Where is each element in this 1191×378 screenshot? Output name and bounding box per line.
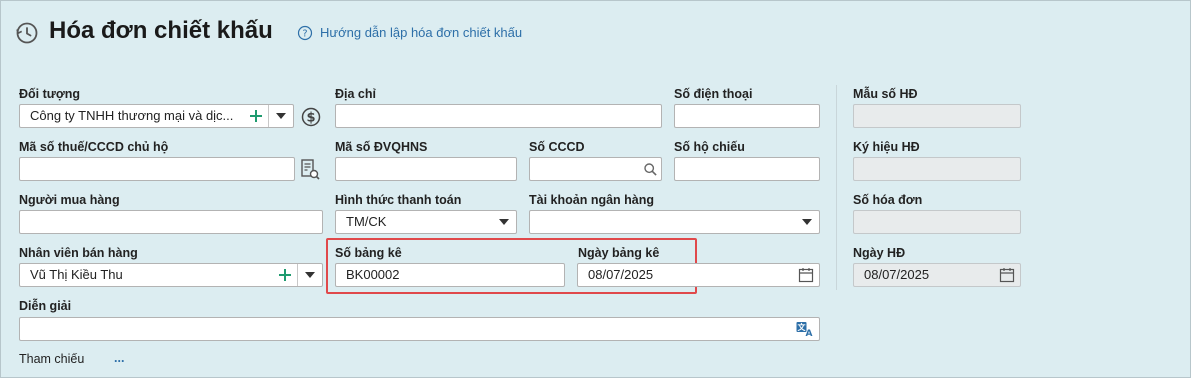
dien-giai-label: Diễn giải <box>19 299 72 313</box>
ma-so-dvqhns-label: Mã số ĐVQHNS <box>335 140 428 154</box>
ngay-hd-value: 08/07/2025 <box>864 267 930 282</box>
nhan-vien-ban-hang-label: Nhân viên bán hàng <box>19 246 138 260</box>
nguoi-mua-hang-input[interactable] <box>19 210 323 234</box>
so-ho-chieu-input[interactable] <box>674 157 820 181</box>
history-clock-icon[interactable] <box>14 20 40 46</box>
so-cccd-label: Số CCCD <box>529 140 585 154</box>
mau-so-input[interactable] <box>853 104 1021 128</box>
ngay-hd-label: Ngày HĐ <box>853 246 906 260</box>
so-bang-ke-label: Số bảng kê <box>335 246 402 260</box>
help-link[interactable]: Hướng dẫn lập hóa đơn chiết khấu <box>320 25 522 40</box>
dia-chi-label: Địa chỉ <box>335 87 376 101</box>
dia-chi-input[interactable] <box>335 104 662 128</box>
svg-text:?: ? <box>302 29 307 40</box>
ma-so-thue-label: Mã số thuế/CCCD chủ hộ <box>19 140 169 154</box>
ngay-bang-ke-label: Ngày bảng kê <box>578 246 660 260</box>
so-dien-thoai-input[interactable] <box>674 104 820 128</box>
tai-khoan-ngan-hang-select[interactable] <box>529 210 820 234</box>
calendar-icon[interactable] <box>794 264 818 286</box>
svg-text:$: $ <box>306 111 315 126</box>
ky-hieu-label: Ký hiệu HĐ <box>853 140 920 154</box>
ngay-hd-datepicker[interactable]: 08/07/2025 <box>853 263 1021 287</box>
doi-tuong-label: Đối tượng <box>19 87 80 101</box>
mau-so-label: Mẫu số HĐ <box>853 87 918 101</box>
chevron-down-icon[interactable] <box>269 105 293 127</box>
ngay-bang-ke-value: 08/07/2025 <box>588 267 654 282</box>
add-plus-icon[interactable] <box>248 105 264 127</box>
tham-chieu-link[interactable]: ... <box>114 351 124 365</box>
add-plus-icon[interactable] <box>276 264 294 286</box>
so-ho-chieu-label: Số hộ chiếu <box>674 140 745 154</box>
hinh-thuc-thanh-toan-value: TM/CK <box>346 214 387 229</box>
chevron-down-icon[interactable] <box>795 211 819 233</box>
ngay-bang-ke-datepicker[interactable]: 08/07/2025 <box>577 263 820 287</box>
so-hoa-don-label: Số hóa đơn <box>853 193 923 207</box>
hinh-thuc-thanh-toan-select[interactable]: TM/CK <box>335 210 517 234</box>
chevron-down-icon[interactable] <box>298 264 322 286</box>
chevron-down-icon[interactable] <box>492 211 516 233</box>
tax-lookup-icon[interactable] <box>299 158 321 182</box>
tai-khoan-ngan-hang-label: Tài khoản ngân hàng <box>529 193 655 207</box>
so-bang-ke-input[interactable]: BK00002 <box>335 263 565 287</box>
dien-giai-input[interactable]: 文A <box>19 317 820 341</box>
column-divider <box>836 85 837 290</box>
question-circle-icon[interactable]: ? <box>297 25 313 41</box>
nguoi-mua-hang-label: Người mua hàng <box>19 193 120 207</box>
search-icon[interactable] <box>641 158 659 180</box>
currency-dollar-icon[interactable]: $ <box>300 106 322 128</box>
doi-tuong-combobox[interactable]: Công ty TNHH thương mại và dịc... <box>19 104 294 128</box>
page-title: Hóa đơn chiết khấu <box>49 17 273 44</box>
ky-hieu-input[interactable] <box>853 157 1021 181</box>
nhan-vien-ban-hang-value: Vũ Thị Kiều Thu <box>30 267 123 282</box>
hinh-thuc-thanh-toan-label: Hình thức thanh toán <box>335 193 462 207</box>
svg-text:A: A <box>806 329 813 337</box>
translate-icon[interactable]: 文A <box>793 318 817 340</box>
so-cccd-input[interactable] <box>529 157 662 181</box>
so-dien-thoai-label: Số điện thoại <box>674 87 753 101</box>
doi-tuong-value: Công ty TNHH thương mại và dịc... <box>30 108 234 123</box>
nhan-vien-ban-hang-combobox[interactable]: Vũ Thị Kiều Thu <box>19 263 323 287</box>
tham-chieu-label: Tham chiếu <box>19 352 85 366</box>
ma-so-thue-input[interactable] <box>19 157 295 181</box>
so-hoa-don-input[interactable] <box>853 210 1021 234</box>
ma-so-dvqhns-input[interactable] <box>335 157 517 181</box>
calendar-icon[interactable] <box>995 264 1019 286</box>
